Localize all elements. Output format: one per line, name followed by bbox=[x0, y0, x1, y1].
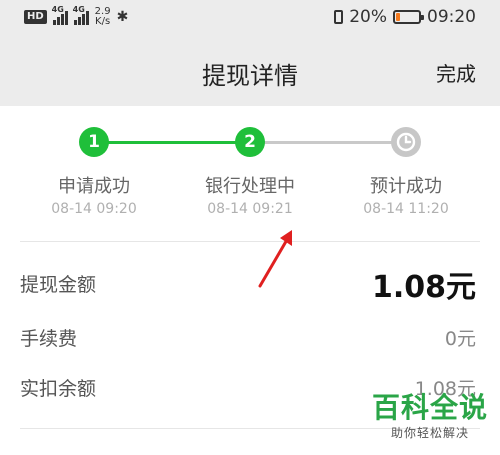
signal-icon: 4G bbox=[73, 5, 89, 25]
fee-value: 0元 bbox=[444, 328, 476, 350]
step-2-time: 08-14 09:21 bbox=[207, 201, 293, 217]
clock-icon-svg bbox=[396, 132, 416, 152]
status-bar-left: HD 4G 4G 2.9 K/s ✱ bbox=[24, 5, 129, 28]
withdraw-amount-label: 提现金额 bbox=[20, 274, 97, 296]
status-bar: HD 4G 4G 2.9 K/s ✱ 20% 09:20 bbox=[0, 0, 500, 34]
watermark: 百科全说 助你轻松解决 bbox=[372, 392, 488, 441]
net-speed: 2.9 K/s bbox=[95, 7, 111, 27]
battery-fill bbox=[396, 13, 401, 21]
battery-icon bbox=[393, 10, 424, 24]
step-1-time: 08-14 09:20 bbox=[51, 201, 137, 217]
progress-line-pending bbox=[250, 141, 406, 144]
done-button[interactable]: 完成 bbox=[436, 58, 476, 87]
vibrate-icon bbox=[334, 10, 344, 24]
hd-badge: HD bbox=[24, 10, 47, 24]
net-speed-unit: K/s bbox=[95, 16, 111, 27]
fee-label: 手续费 bbox=[20, 328, 78, 350]
signal-icon: 4G bbox=[52, 5, 68, 25]
watermark-subtitle: 助你轻松解决 bbox=[390, 426, 469, 440]
status-bar-right: 20% 09:20 bbox=[334, 6, 476, 28]
step-2-marker: 2 bbox=[235, 127, 265, 157]
title-bar: 提现详情 完成 bbox=[0, 34, 500, 106]
battery-percent: 20% bbox=[349, 7, 387, 27]
step-1-marker: 1 bbox=[79, 127, 109, 157]
step-2-label: 银行处理中 bbox=[205, 176, 295, 197]
withdraw-amount-row: 提现金额 1.08元 bbox=[20, 262, 476, 305]
watermark-logo: 百科全说 bbox=[371, 391, 488, 424]
fee-row: 手续费 0元 bbox=[20, 316, 476, 356]
step-3-label: 预计成功 bbox=[370, 176, 442, 197]
annotation-arrow-icon bbox=[258, 230, 292, 288]
clock-icon bbox=[391, 127, 421, 157]
bluetooth-icon: ✱ bbox=[116, 9, 129, 25]
withdraw-amount-value: 1.08元 bbox=[371, 270, 476, 305]
clock-time: 09:20 bbox=[427, 7, 476, 27]
signal-tag: 4G bbox=[72, 5, 85, 14]
deducted-balance-label: 实扣余额 bbox=[20, 378, 97, 400]
step-3-time: 08-14 11:20 bbox=[363, 201, 449, 217]
progress-line-completed bbox=[94, 141, 250, 144]
page-title: 提现详情 bbox=[202, 62, 298, 90]
step-1-label: 申请成功 bbox=[58, 176, 130, 197]
progress-steps: 1 2 申请成功 银行处理中 预计成功 08-14 09:20 08-14 09… bbox=[0, 106, 500, 241]
signal-tag: 4G bbox=[51, 5, 64, 14]
